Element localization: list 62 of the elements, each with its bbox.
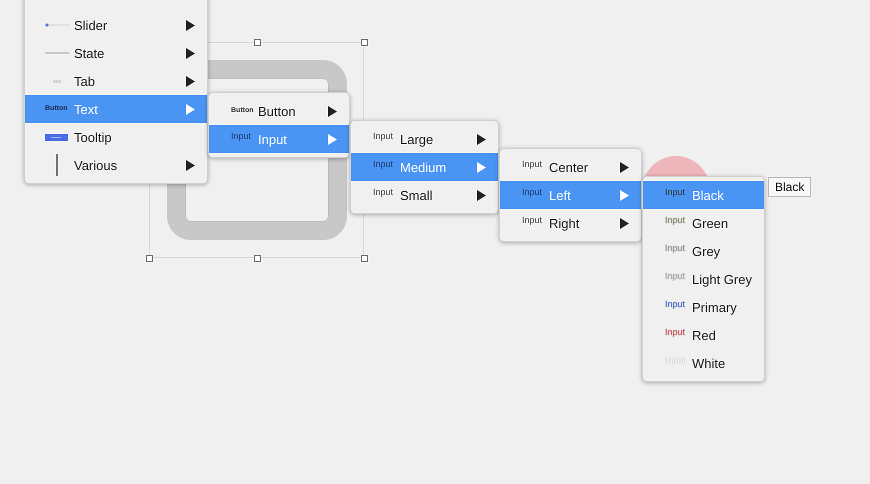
menu-item-label: Input	[258, 132, 288, 146]
menu-item-label: Red	[692, 328, 717, 342]
tooltip-thumbnail-icon	[45, 134, 68, 140]
menu-item[interactable]: Input Grey	[643, 237, 764, 265]
menu-item[interactable]: Various	[25, 151, 207, 179]
menu-item-label: Left	[549, 188, 572, 202]
menu-item[interactable]: Input Input	[209, 125, 349, 153]
menu-item-label: State	[74, 46, 106, 60]
menu-item-label: Right	[549, 216, 580, 230]
menu-item[interactable]: Input Primary	[643, 293, 764, 321]
menu-item[interactable]: Tab	[25, 67, 207, 95]
menu-item-label: Text	[74, 102, 99, 116]
menu-item[interactable]: Input Black	[643, 181, 764, 209]
preview-text: Input	[665, 271, 686, 281]
menu-item[interactable]: Input Right	[500, 209, 641, 237]
line-thumbnail-icon	[45, 52, 69, 54]
preview-text: Input	[665, 215, 686, 225]
preview-text: Input	[373, 159, 394, 169]
menu-item-label: Tab	[74, 74, 96, 88]
resize-handle[interactable]	[146, 255, 153, 262]
preview-text: Input	[522, 187, 544, 197]
preview-text: Input	[665, 299, 686, 309]
menu-item-label: Black	[692, 188, 725, 202]
menu-item-label: Button	[258, 104, 297, 118]
preview-text: Input	[665, 187, 686, 197]
preview-text: Input	[373, 187, 394, 197]
menu-item-label: Grey	[692, 244, 722, 258]
resize-handle[interactable]	[254, 255, 261, 262]
tooltip: Black	[768, 177, 812, 197]
menu-item-label: Various	[74, 158, 118, 172]
menu-item-label: Slider	[74, 18, 108, 32]
preview-text: Input	[373, 131, 394, 141]
menu-item-label: Center	[549, 160, 590, 174]
menu-item[interactable]: Input Center	[500, 153, 641, 181]
preview-text: Input	[665, 327, 686, 337]
menu-item-label: Large	[400, 132, 434, 146]
menu-item-label: Small	[400, 188, 434, 202]
slider-thumbnail-icon	[45, 23, 69, 27]
menu-item[interactable]: Input Medium	[351, 153, 498, 181]
menu-item[interactable]: Input Large	[351, 125, 498, 153]
preview-text: Input	[522, 215, 544, 225]
menu-item[interactable]: Input Small	[351, 181, 498, 209]
resize-handle[interactable]	[361, 39, 368, 46]
preview-text: Input	[522, 159, 544, 169]
menu-item[interactable]: Input Red	[643, 321, 764, 349]
preview-text: Input	[231, 131, 252, 141]
menu-item-label: Green	[692, 216, 730, 230]
menu-item[interactable]: Input Left	[500, 181, 641, 209]
menu-item-label: Tooltip	[74, 130, 113, 144]
preview-text: Input	[665, 243, 686, 253]
vertical-line-icon	[56, 154, 58, 176]
resize-handle[interactable]	[361, 255, 368, 262]
menu-item[interactable]: Input Light Grey	[643, 265, 764, 293]
menu-item-label: White	[692, 356, 726, 370]
menu-item-label: Light Grey	[692, 272, 752, 286]
menu-item[interactable]: Tooltip	[25, 123, 207, 151]
menu-item[interactable]: State	[25, 39, 207, 67]
menu-item[interactable]: Input Green	[643, 209, 764, 237]
menu-item[interactable]: Slider	[25, 11, 207, 39]
resize-handle[interactable]	[254, 39, 261, 46]
menu-item-label: Primary	[692, 300, 738, 314]
menu-item-label: Medium	[400, 160, 448, 174]
